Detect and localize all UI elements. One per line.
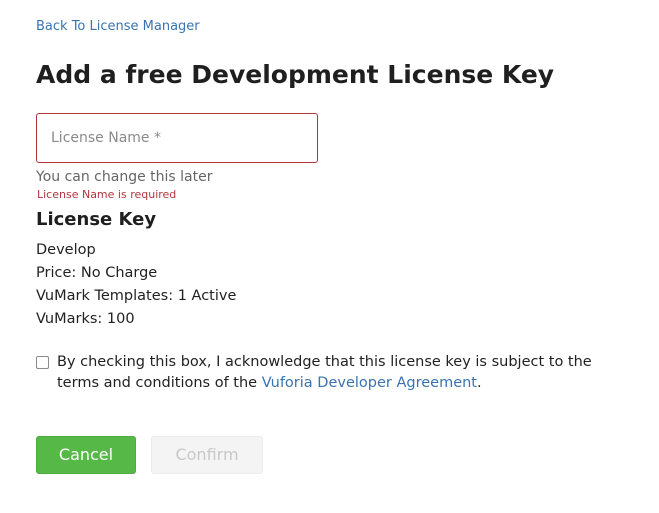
agreement-text-end: . [477,375,482,391]
agreement-checkbox[interactable] [36,356,49,369]
license-detail-vumark-templates: VuMark Templates: 1 Active [36,288,237,304]
back-to-license-manager-link[interactable]: Back To License Manager [36,18,200,36]
developer-agreement-link[interactable]: Vuforia Developer Agreement [262,375,477,391]
agreement-text: By checking this box, I acknowledge that… [57,352,597,394]
license-detail-vumarks: VuMarks: 100 [36,311,135,327]
license-name-input[interactable] [37,114,317,162]
license-name-error-message: License Name is required [37,188,177,201]
license-detail-type: Develop [36,242,96,258]
license-key-details: Develop Price: No Charge VuMark Template… [36,239,236,331]
cancel-button[interactable]: Cancel [36,436,136,474]
page-title: Add a free Development License Key [36,60,555,89]
license-detail-price: Price: No Charge [36,265,158,281]
license-name-helper-text: You can change this later [36,169,213,185]
license-name-field[interactable] [36,113,318,163]
license-key-heading: License Key [36,209,157,230]
confirm-button[interactable]: Confirm [151,436,263,474]
